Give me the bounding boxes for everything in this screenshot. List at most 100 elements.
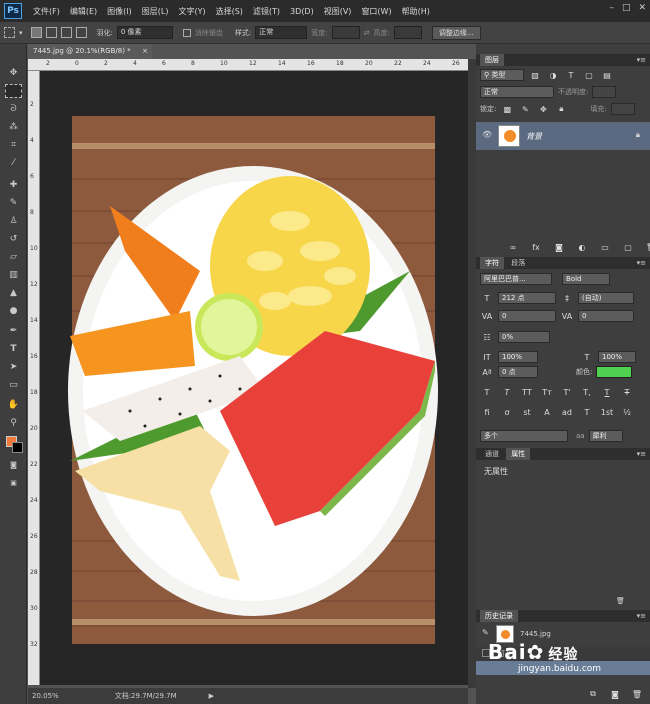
path-select-icon[interactable]: ➤ [5, 360, 22, 374]
all-caps-button[interactable]: TT [520, 388, 534, 397]
delete-state-icon[interactable]: 🗑︎ [630, 690, 644, 699]
new-selection-icon[interactable] [30, 27, 42, 38]
ligatures-button[interactable]: fi [480, 408, 494, 417]
properties-delete-icon[interactable]: 🗑︎ [616, 597, 625, 605]
menu-window[interactable]: 窗口(W) [356, 6, 396, 17]
menu-edit[interactable]: 编辑(E) [65, 6, 102, 17]
menu-select[interactable]: 选择(S) [211, 6, 248, 17]
magic-wand-icon[interactable]: ⁂ [5, 120, 22, 134]
layer-style-icon[interactable]: fx [529, 243, 543, 252]
move-tool-icon[interactable]: ✥ [5, 66, 22, 80]
fractions-button[interactable]: ½ [620, 408, 634, 417]
eraser-icon[interactable]: ▱ [5, 250, 22, 264]
close-button[interactable]: ✕ [638, 3, 646, 13]
tracking-input[interactable]: 0 [578, 310, 634, 322]
swash-button[interactable]: A [540, 408, 554, 417]
tab-layers[interactable]: 图层 [480, 54, 504, 66]
antialias-select[interactable]: 犀利 [588, 430, 623, 442]
faux-bold-button[interactable]: T [480, 388, 494, 397]
history-brush-icon[interactable]: ↺ [5, 232, 22, 246]
add-mask-icon[interactable]: ◙ [552, 243, 566, 252]
menu-3d[interactable]: 3D(D) [285, 7, 319, 16]
lock-all-icon[interactable]: 🔒︎ [554, 104, 568, 114]
new-snapshot-icon[interactable]: ◙ [608, 690, 622, 699]
menu-layer[interactable]: 图层(L) [137, 6, 174, 17]
leading-input[interactable]: (自动) [578, 292, 634, 304]
dodge-icon[interactable]: ● [5, 304, 22, 318]
kerning-input[interactable]: 0 [498, 310, 556, 322]
character-menu-icon[interactable]: ▾≡ [637, 257, 646, 269]
marquee-tool-icon[interactable] [5, 84, 22, 98]
adjustment-layer-icon[interactable]: ◐ [575, 243, 589, 252]
delete-layer-icon[interactable]: 🗑︎ [644, 243, 650, 252]
menu-filter[interactable]: 滤镜(T) [248, 6, 285, 17]
close-tab-icon[interactable]: × [142, 44, 148, 59]
filter-type-icon[interactable]: T [564, 71, 578, 80]
history-brush-source-icon[interactable]: ✎ [482, 628, 489, 637]
text-color-swatch[interactable] [596, 366, 633, 378]
quick-mask-icon[interactable]: ◙ [5, 458, 22, 472]
superscript-button[interactable]: T' [560, 388, 574, 397]
layer-filter-select[interactable]: ⚲ 类型 [480, 69, 524, 81]
minimize-button[interactable]: – [609, 3, 614, 13]
menu-type[interactable]: 文字(Y) [173, 6, 210, 17]
panel-menu-icon[interactable]: ▾≡ [637, 54, 646, 66]
tab-character[interactable]: 字符 [480, 257, 504, 269]
font-style-select[interactable]: Bold [562, 273, 610, 285]
clone-stamp-icon[interactable]: ♙ [5, 214, 22, 228]
gradient-icon[interactable]: ▥ [5, 268, 22, 282]
font-size-input[interactable]: 212 点 [498, 292, 556, 304]
subscript-button[interactable]: T, [580, 388, 594, 397]
filter-adjust-icon[interactable]: ◑ [546, 71, 560, 80]
tab-history[interactable]: 历史记录 [480, 610, 518, 622]
height-input[interactable] [393, 26, 422, 39]
faux-italic-button[interactable]: T [500, 388, 514, 397]
history-menu-icon[interactable]: ▾≡ [637, 610, 646, 622]
fill-input[interactable] [610, 103, 635, 115]
zoom-level[interactable]: 20.05% [32, 692, 59, 700]
properties-menu-icon[interactable]: ▾≡ [637, 448, 646, 460]
link-layers-icon[interactable]: ∞ [506, 243, 520, 252]
new-layer-icon[interactable]: ▢ [621, 243, 635, 252]
new-document-from-state-icon[interactable]: ⧉ [586, 689, 600, 699]
new-group-icon[interactable]: ▭ [598, 243, 612, 252]
crop-tool-icon[interactable]: ⌗ [5, 138, 22, 152]
rectangle-tool-icon[interactable]: ▭ [5, 378, 22, 392]
style-select[interactable]: 正常 [255, 26, 308, 39]
underline-button[interactable]: T [600, 388, 614, 397]
refine-edge-button[interactable]: 调整边缘... [431, 25, 481, 40]
tab-channels[interactable]: 通道 [480, 448, 504, 460]
spot-heal-icon[interactable]: ✚ [5, 178, 22, 192]
old-style-button[interactable]: ơ [500, 408, 514, 417]
opacity-input[interactable] [592, 86, 617, 98]
swap-icon[interactable]: ⇄ [364, 29, 370, 37]
document-tab[interactable]: 7445.jpg @ 20.1%(RGB/8) * × [28, 44, 152, 59]
font-family-select[interactable]: 阿里巴巴普... [480, 273, 552, 285]
filter-pixel-icon[interactable]: ▨ [528, 71, 542, 80]
vertical-scrollbar[interactable] [468, 59, 476, 688]
subtract-selection-icon[interactable] [60, 27, 72, 38]
menu-file[interactable]: 文件(F) [28, 6, 65, 17]
zoom-tool-icon[interactable]: ⚲ [5, 416, 22, 430]
lock-brush-icon[interactable]: ✎ [518, 105, 532, 114]
titling-button[interactable]: T [580, 408, 594, 417]
lock-pixels-icon[interactable]: ▩ [500, 105, 514, 114]
lock-move-icon[interactable]: ✥ [536, 105, 550, 114]
filter-smart-icon[interactable]: ▤ [600, 71, 614, 80]
hand-tool-icon[interactable]: ✋ [5, 398, 22, 412]
pen-tool-icon[interactable]: ✒ [5, 324, 22, 338]
blend-mode-select[interactable]: 正常 [480, 86, 554, 98]
baseline-input[interactable]: 0 点 [498, 366, 538, 378]
horizontal-scale-input[interactable]: 100% [598, 351, 636, 363]
feather-input[interactable]: 0 像素 [116, 26, 173, 39]
layer-name[interactable]: 背景 [526, 131, 542, 142]
tab-properties[interactable]: 属性 [506, 448, 531, 460]
maximize-button[interactable]: □ [622, 3, 631, 13]
stylistic-alternates-button[interactable]: ad [560, 408, 574, 417]
lasso-tool-icon[interactable]: ᘐ [5, 102, 22, 116]
menu-image[interactable]: 图像(I) [102, 6, 137, 17]
strikethrough-button[interactable]: T [620, 388, 634, 397]
menu-help[interactable]: 帮助(H) [397, 6, 435, 17]
antialias-checkbox[interactable] [182, 28, 191, 37]
blur-icon[interactable]: ▲ [5, 286, 22, 300]
